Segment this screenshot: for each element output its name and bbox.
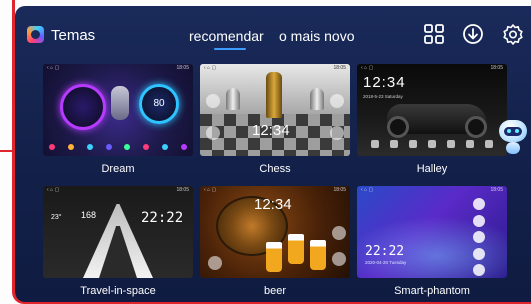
page-title: Temas [51,27,96,44]
settings-icon[interactable] [502,23,524,45]
speed: 168 [81,210,97,220]
app-icons [473,198,489,276]
theme-name: Chess [259,163,291,175]
temperature: 23° [51,214,62,221]
date: 2018-5-23 Saturday [363,94,403,99]
theme-preview[interactable]: ‹ ⌂ ▢ 18:05 12:34 2018-5-23 Saturday [357,64,507,156]
clock: 12:34 [252,122,290,139]
assistant-robot-icon[interactable] [497,118,529,162]
gauge-left [60,84,106,130]
king-piece [266,72,282,118]
theme-preview[interactable]: ‹ ⌂ ▢ 18:05 12:34 [200,64,350,156]
tab-recomendar[interactable]: recomendar [189,28,264,44]
dock [49,142,187,152]
clock: 12:34 [254,196,292,213]
themes-screen: Temas recomendar o mais novo ‹ ⌂ ▢ 18:05… [15,6,531,302]
top-bar: Temas recomendar o mais novo [15,6,531,54]
grid-icon[interactable] [423,23,445,45]
dock [371,140,493,150]
clock: 22:22 [141,210,184,226]
theme-name: Halley [416,163,448,175]
date: 2020-04-20 Tuesday [365,260,407,265]
theme-name: beer [263,285,287,297]
car-icon [111,86,129,120]
theme-preview[interactable]: ‹ ⌂ ▢ 18:05 23° 168 22:22 [43,186,193,278]
speed-gauge: 80 [139,84,179,124]
download-icon[interactable] [462,23,484,45]
theme-name: Smart-phantom [394,285,470,297]
clock: 22:22 [365,244,405,259]
theme-preview[interactable]: ‹ ⌂ ▢ 18:05 80 [43,64,193,156]
theme-preview[interactable]: ‹ ⌂ ▢ 18:05 12:34 [200,186,350,278]
clock: 12:34 [363,74,406,91]
tab-o-mais-novo[interactable]: o mais novo [279,28,354,44]
theme-preview[interactable]: ‹ ⌂ ▢ 18:05 22:22 2020-04-20 Tuesday [357,186,507,278]
active-tab-indicator [214,48,246,50]
app-logo-icon [27,26,44,43]
theme-name: Dream [101,163,135,175]
theme-name: Travel-in-space [80,285,156,297]
highlight-marker [0,150,14,152]
